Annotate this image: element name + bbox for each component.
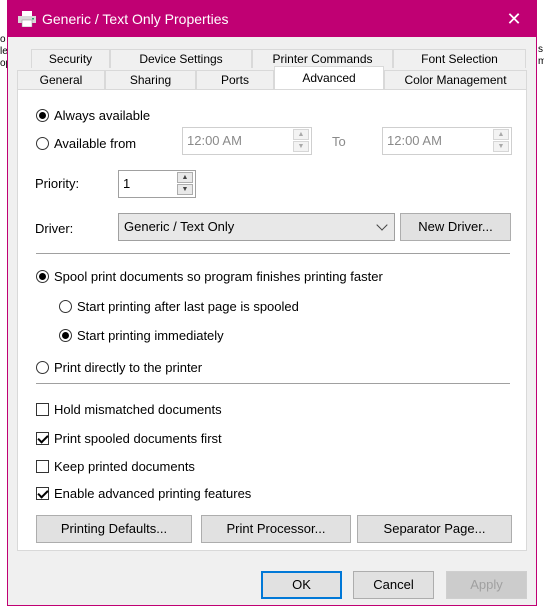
advanced-tab-panel: Always available Available from 12:00 AM… (17, 89, 527, 551)
start-immediately-label[interactable]: Start printing immediately (77, 328, 224, 343)
hold-mismatched-checkbox[interactable] (36, 403, 49, 416)
printer-properties-dialog: Generic / Text Only Properties ✕ Securit… (7, 0, 537, 606)
tab-device-settings[interactable]: Device Settings (110, 49, 252, 68)
always-available-radio[interactable] (36, 109, 49, 122)
print-spooled-first-checkbox[interactable] (36, 432, 49, 445)
spin-up-icon[interactable]: ▲ (493, 129, 509, 140)
from-time-spinner[interactable]: ▲ ▼ (293, 129, 309, 153)
keep-printed-label[interactable]: Keep printed documents (54, 459, 195, 474)
tab-color-management[interactable]: Color Management (384, 70, 527, 89)
print-processor-button[interactable]: Print Processor... (201, 515, 351, 543)
priority-label: Priority: (35, 176, 80, 191)
chevron-down-icon (376, 219, 388, 231)
separator (36, 383, 510, 384)
background-text-fragment: o (0, 34, 6, 45)
start-immediately-radio[interactable] (59, 329, 72, 342)
spin-down-icon[interactable]: ▼ (293, 141, 309, 152)
available-from-radio[interactable] (36, 137, 49, 150)
start-after-last-page-label[interactable]: Start printing after last page is spoole… (77, 299, 299, 314)
available-from-label[interactable]: Available from (54, 136, 136, 151)
spin-down-icon[interactable]: ▼ (177, 184, 193, 195)
cancel-button[interactable]: Cancel (353, 571, 434, 599)
ok-button[interactable]: OK (261, 571, 342, 599)
new-driver-button[interactable]: New Driver... (400, 213, 511, 241)
spin-up-icon[interactable]: ▲ (293, 129, 309, 140)
priority-spinner[interactable]: ▲ ▼ (177, 172, 193, 196)
printer-icon (18, 11, 36, 27)
tab-security[interactable]: Security (31, 49, 110, 68)
start-after-last-page-radio[interactable] (59, 300, 72, 313)
always-available-label[interactable]: Always available (54, 108, 150, 123)
background-text-fragment: s (538, 44, 543, 55)
driver-select[interactable]: Generic / Text Only (118, 213, 395, 241)
print-directly-radio[interactable] (36, 361, 49, 374)
print-directly-label[interactable]: Print directly to the printer (54, 360, 202, 375)
spin-down-icon[interactable]: ▼ (493, 141, 509, 152)
separator (36, 253, 510, 254)
spool-label[interactable]: Spool print documents so program finishe… (54, 269, 383, 284)
background-text-fragment: m (538, 56, 544, 67)
tab-ports[interactable]: Ports (196, 70, 274, 89)
close-button[interactable]: ✕ (502, 7, 526, 31)
hold-mismatched-label[interactable]: Hold mismatched documents (54, 402, 222, 417)
to-time-spinner[interactable]: ▲ ▼ (493, 129, 509, 153)
tab-row-lower: General Sharing Ports Advanced Color Man… (17, 66, 527, 89)
to-label: To (332, 134, 346, 149)
apply-button[interactable]: Apply (446, 571, 527, 599)
driver-label: Driver: (35, 221, 74, 236)
spin-up-icon[interactable]: ▲ (177, 172, 193, 183)
separator-page-button[interactable]: Separator Page... (357, 515, 512, 543)
printing-defaults-button[interactable]: Printing Defaults... (36, 515, 192, 543)
tab-general[interactable]: General (17, 70, 105, 89)
print-spooled-first-label[interactable]: Print spooled documents first (54, 431, 222, 446)
enable-advanced-features-checkbox[interactable] (36, 487, 49, 500)
tab-advanced[interactable]: Advanced (274, 66, 384, 89)
tab-font-selection[interactable]: Font Selection (393, 49, 526, 68)
spool-radio[interactable] (36, 270, 49, 283)
driver-selected-value: Generic / Text Only (124, 219, 235, 234)
keep-printed-checkbox[interactable] (36, 460, 49, 473)
title-bar: Generic / Text Only Properties ✕ (8, 1, 536, 37)
enable-advanced-features-label[interactable]: Enable advanced printing features (54, 486, 251, 501)
window-title: Generic / Text Only Properties (42, 11, 229, 27)
tab-sharing[interactable]: Sharing (105, 70, 196, 89)
